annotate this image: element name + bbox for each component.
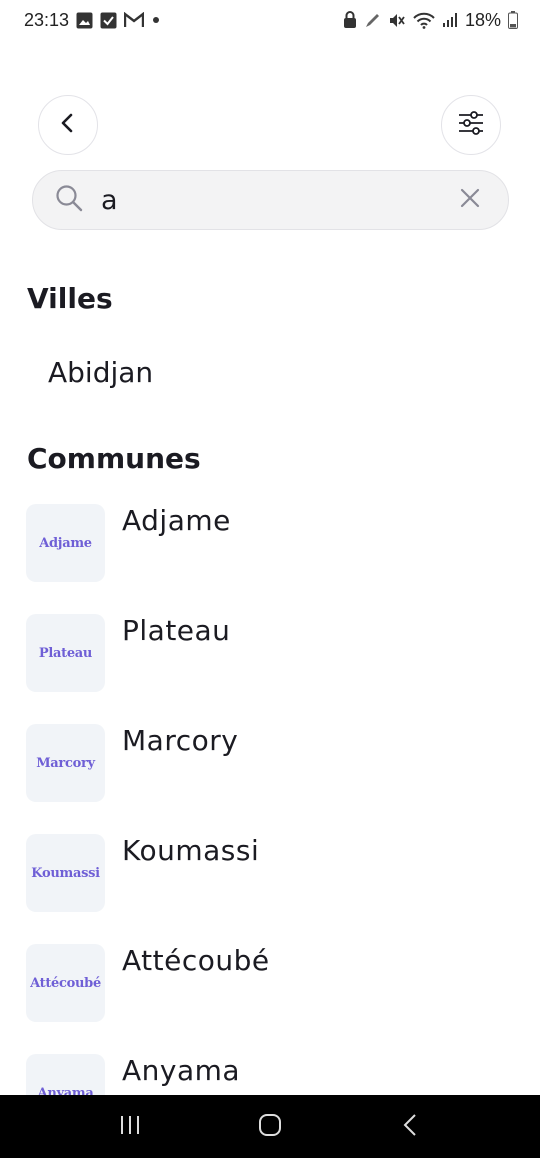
system-back-button[interactable] [390,1107,430,1147]
recent-apps-button[interactable] [110,1107,150,1147]
commune-item-koumassi[interactable]: Koumassi Koumassi [26,834,526,944]
commune-item-plateau[interactable]: Plateau Plateau [26,614,526,724]
thumbnail-label: Attécoubé [30,975,101,991]
commune-item-adjame[interactable]: Adjame Adjame [26,504,526,614]
mute-icon [388,12,406,29]
city-item-abidjan[interactable]: Abidjan [48,356,153,389]
commune-label: Adjame [122,504,231,537]
back-icon [402,1113,418,1141]
signal-icon [442,12,458,28]
chevron-left-icon [57,112,79,138]
back-button[interactable] [38,95,98,155]
gallery-icon [76,12,93,29]
wifi-icon [413,12,435,29]
home-icon [258,1113,282,1141]
filter-button[interactable] [441,95,501,155]
pen-icon [364,12,381,29]
search-bar [32,170,509,230]
recent-apps-icon [118,1115,142,1139]
status-bar: 23:13 18% [0,0,540,40]
commune-thumbnail: Attécoubé [26,944,105,1022]
battery-icon [508,11,518,29]
checkbox-icon [100,12,117,29]
gmail-icon [124,12,145,28]
status-time: 23:13 [24,9,70,30]
commune-thumbnail: Plateau [26,614,105,692]
villes-heading: Villes [27,282,113,315]
thumbnail-label: Marcory [36,755,95,771]
commune-thumbnail: Adjame [26,504,105,582]
status-left: 23:13 [24,9,160,31]
commune-label: Koumassi [122,834,260,867]
clear-search-button[interactable] [454,184,486,216]
dot-icon [153,17,160,23]
system-nav-bar [0,1095,540,1158]
commune-label: Marcory [122,724,239,757]
communes-heading: Communes [27,442,201,475]
commune-thumbnail: Marcory [26,724,105,802]
lock-icon [343,11,357,29]
battery-percent: 18% [464,9,501,30]
search-input[interactable] [101,184,421,216]
commune-thumbnail: Koumassi [26,834,105,912]
sliders-icon [457,109,485,141]
status-right: 18% [343,10,518,31]
close-icon [460,188,480,212]
commune-label: Plateau [122,614,231,647]
thumbnail-label: Koumassi [31,865,100,881]
home-button[interactable] [250,1107,290,1147]
commune-item-attecoube[interactable]: Attécoubé Attécoubé [26,944,526,1054]
commune-list: Adjame Adjame Plateau Plateau Marcory Ma… [26,504,526,1158]
search-icon [55,184,83,216]
thumbnail-label: Plateau [38,645,93,661]
commune-label: Attécoubé [122,944,270,977]
thumbnail-label: Adjame [39,535,92,551]
commune-label: Anyama [122,1054,241,1087]
commune-item-marcory[interactable]: Marcory Marcory [26,724,526,834]
